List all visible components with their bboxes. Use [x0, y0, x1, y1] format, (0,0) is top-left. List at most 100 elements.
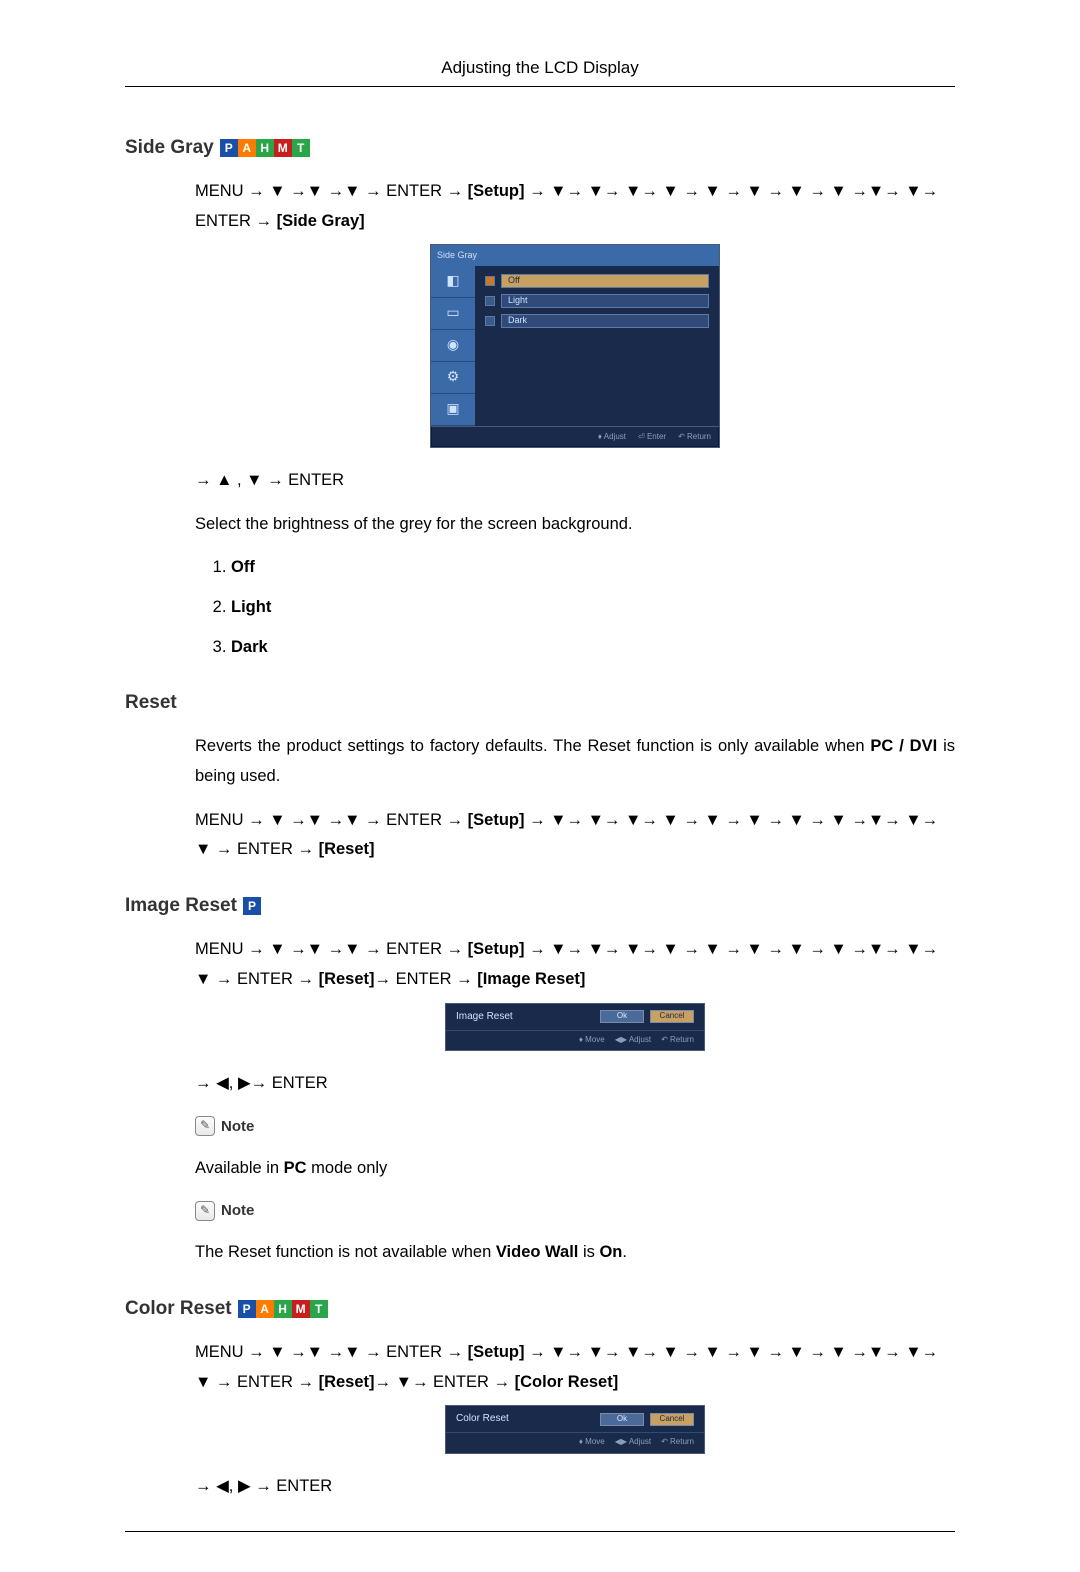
side-gray-heading: Side Gray P A H M T — [125, 137, 955, 159]
osd-dialog: Color Reset Ok Cancel ♦ Move ◀▶ Adjust ↶… — [445, 1405, 705, 1453]
dialog-hint-return: ↶ Return — [661, 1033, 694, 1047]
dialog-title: Color Reset — [456, 1410, 509, 1428]
badge-h-icon: H — [274, 1300, 292, 1318]
option-label: Dark — [501, 314, 709, 328]
note-icon: ✎ — [195, 1201, 215, 1221]
path-segment: MENU → ▼ →▼ →▼ → ENTER → — [195, 811, 468, 829]
list-item: Light — [231, 593, 955, 623]
text-segment: . — [622, 1243, 627, 1261]
text-segment: The Reset function is not available when — [195, 1243, 496, 1261]
path-segment: → ENTER → — [375, 970, 478, 988]
badge-p-icon: P — [220, 139, 238, 157]
badge-p-icon: P — [238, 1300, 256, 1318]
path-segment: MENU → ▼ →▼ →▼ → ENTER → — [195, 940, 468, 958]
side-gray-path: MENU → ▼ →▼ →▼ → ENTER → [Setup] → ▼→ ▼→… — [195, 177, 955, 236]
badge-a-icon: A — [238, 139, 256, 157]
path-segment: MENU → ▼ →▼ →▼ → ENTER → — [195, 1343, 468, 1361]
footer-rule — [125, 1531, 955, 1532]
setup-label: [Setup] — [468, 940, 525, 958]
side-gray-badges: P A H M T — [220, 139, 310, 157]
color-reset-dialog: Color Reset Ok Cancel ♦ Move ◀▶ Adjust ↶… — [195, 1405, 955, 1453]
dialog-hint-move: ♦ Move — [579, 1033, 605, 1047]
osd-footer: ♦ Adjust ⏎ Enter ↶ Return — [431, 426, 719, 447]
target-label: [Side Gray] — [277, 212, 365, 230]
radio-selected-icon — [485, 276, 495, 286]
color-reset-content: MENU → ▼ →▼ →▼ → ENTER → [Setup] → ▼→ ▼→… — [195, 1338, 955, 1501]
text-segment: Available in — [195, 1159, 284, 1177]
ok-button: Ok — [600, 1010, 644, 1023]
path-segment: → ▼→ ENTER → — [375, 1373, 515, 1391]
list-item: Dark — [231, 633, 955, 663]
text-segment: Reverts the product settings to factory … — [195, 737, 870, 755]
note-row: ✎ Note — [195, 1113, 955, 1140]
reset-content: Reverts the product settings to factory … — [195, 732, 955, 865]
radio-icon — [485, 316, 495, 326]
side-gray-postnav: → ▲ , ▼ → ENTER — [195, 466, 955, 496]
dialog-title: Image Reset — [456, 1008, 513, 1026]
text-segment: is — [578, 1243, 599, 1261]
osd-options: Off Light Dark — [475, 266, 719, 426]
badge-m-icon: M — [274, 139, 292, 157]
option-label: Off — [501, 274, 709, 288]
channel-icon: ◉ — [431, 330, 475, 362]
image-reset-note1: Available in PC mode only — [195, 1154, 955, 1184]
color-reset-heading-text: Color Reset — [125, 1298, 232, 1320]
setup-icon: ⚙ — [431, 362, 475, 394]
setup-label: [Setup] — [468, 182, 525, 200]
dialog-hint-move: ♦ Move — [579, 1435, 605, 1449]
badge-a-icon: A — [256, 1300, 274, 1318]
pc-dvi-label: PC / DVI — [870, 737, 937, 755]
path-segment: MENU → ▼ →▼ →▼ → ENTER → — [195, 182, 468, 200]
osd-footer-return: ↶ Return — [678, 430, 711, 444]
reset-label: [Reset] — [319, 1373, 375, 1391]
color-reset-badges: P A H M T — [238, 1300, 328, 1318]
dialog-hint-return: ↶ Return — [661, 1435, 694, 1449]
target-label: [Color Reset] — [515, 1373, 619, 1391]
badge-m-icon: M — [292, 1300, 310, 1318]
cancel-button: Cancel — [650, 1413, 694, 1426]
osd-titlebar: Side Gray — [431, 245, 719, 265]
osd-footer-enter: ⏎ Enter — [638, 430, 666, 444]
reset-heading: Reset — [125, 692, 955, 714]
dialog-hint-adjust: ◀▶ Adjust — [615, 1033, 651, 1047]
note-icon: ✎ — [195, 1116, 215, 1136]
badge-t-icon: T — [310, 1300, 328, 1318]
video-wall-label: Video Wall — [496, 1243, 579, 1261]
side-gray-heading-text: Side Gray — [125, 137, 214, 159]
image-reset-content: MENU → ▼ →▼ →▼ → ENTER → [Setup] → ▼→ ▼→… — [195, 935, 955, 1268]
dialog-hint-adjust: ◀▶ Adjust — [615, 1435, 651, 1449]
note-label: Note — [221, 1197, 254, 1224]
on-label: On — [599, 1243, 622, 1261]
reset-description: Reverts the product settings to factory … — [195, 732, 955, 791]
reset-heading-text: Reset — [125, 692, 177, 714]
target-label: [Image Reset] — [477, 970, 585, 988]
sound-icon: ▭ — [431, 298, 475, 330]
pc-label: PC — [284, 1159, 307, 1177]
ok-button: Ok — [600, 1413, 644, 1426]
text-segment: mode only — [307, 1159, 388, 1177]
color-reset-heading: Color Reset P A H M T — [125, 1298, 955, 1320]
note-row: ✎ Note — [195, 1197, 955, 1224]
list-item-label: Off — [231, 558, 255, 576]
image-reset-heading-text: Image Reset — [125, 895, 237, 917]
reset-label: [Reset] — [319, 970, 375, 988]
page-header: Adjusting the LCD Display — [125, 58, 955, 87]
image-reset-note2: The Reset function is not available when… — [195, 1238, 955, 1268]
input-icon: ▣ — [431, 394, 475, 426]
image-reset-heading: Image Reset P — [125, 895, 955, 917]
side-gray-content: MENU → ▼ →▼ →▼ → ENTER → [Setup] → ▼→ ▼→… — [195, 177, 955, 662]
color-reset-postnav: → ◀, ▶ → ENTER — [195, 1472, 955, 1502]
osd-option-off: Off — [485, 274, 709, 288]
reset-path: MENU → ▼ →▼ →▼ → ENTER → [Setup] → ▼→ ▼→… — [195, 806, 955, 865]
side-gray-options-list: Off Light Dark — [231, 553, 955, 662]
badge-h-icon: H — [256, 139, 274, 157]
osd-footer-adjust: ♦ Adjust — [598, 430, 626, 444]
radio-icon — [485, 296, 495, 306]
list-item: Off — [231, 553, 955, 583]
badge-t-icon: T — [292, 139, 310, 157]
image-reset-dialog: Image Reset Ok Cancel ♦ Move ◀▶ Adjust ↶… — [195, 1003, 955, 1051]
list-item-label: Light — [231, 598, 271, 616]
image-reset-badges: P — [243, 897, 261, 915]
side-gray-description: Select the brightness of the grey for th… — [195, 510, 955, 540]
badge-p-icon: P — [243, 897, 261, 915]
